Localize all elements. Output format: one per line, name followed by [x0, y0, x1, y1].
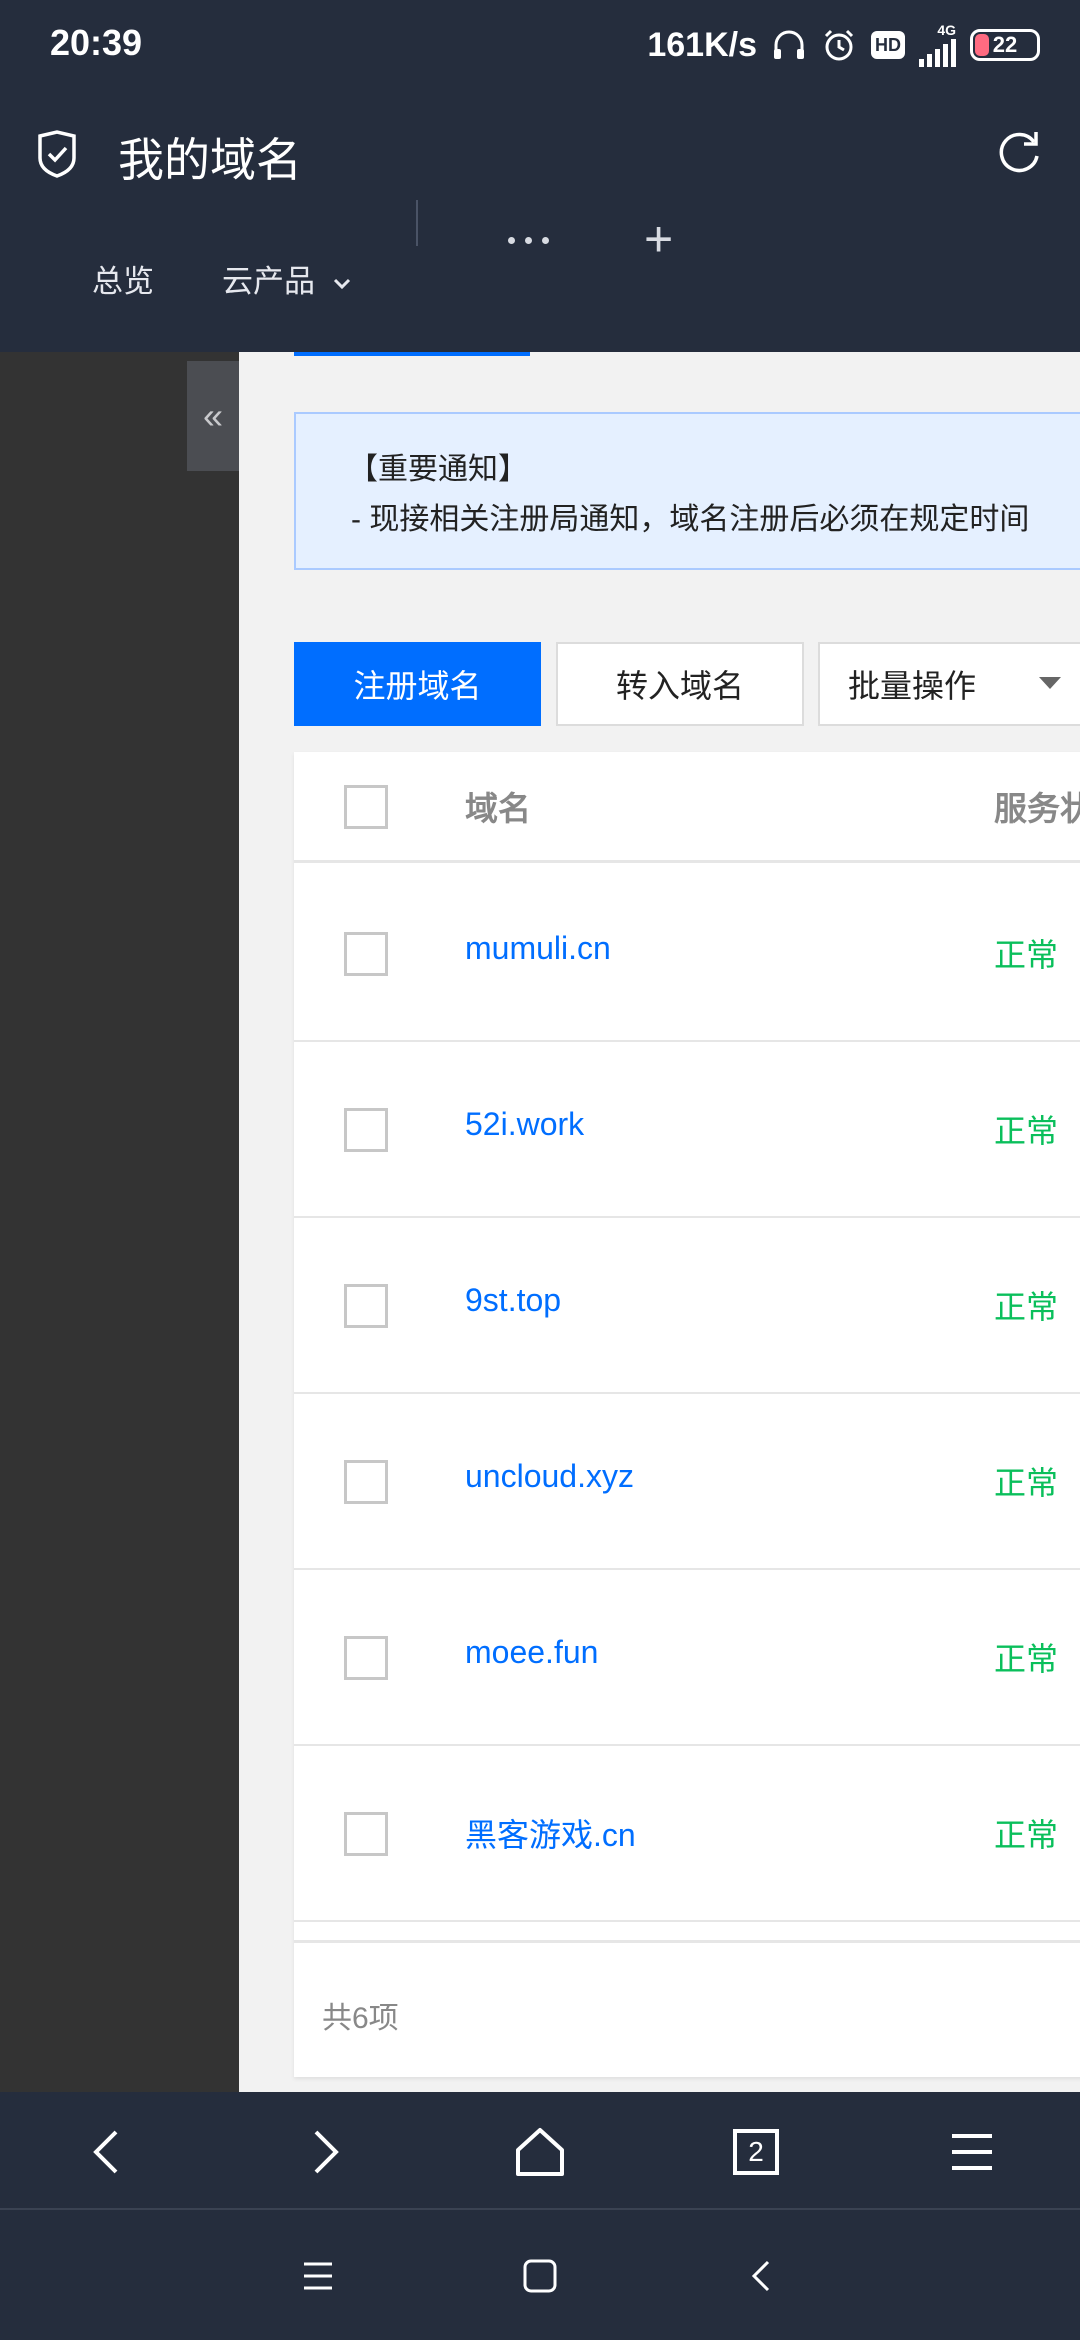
system-nav-bar	[0, 2210, 1080, 2340]
nav-cloud-products-label: 云产品	[222, 264, 315, 299]
domain-link[interactable]: 黑客游戏.cn	[465, 1810, 636, 1856]
collapse-sidebar-icon[interactable]: «	[187, 361, 239, 471]
table-row: uncloud.xyz 正常	[294, 1394, 1080, 1570]
battery-icon: 22	[970, 29, 1040, 61]
notice-banner: 【重要通知】 - 现接相关注册局通知，域名注册后必须在规定时间	[294, 412, 1080, 570]
domain-link[interactable]: 9st.top	[465, 1282, 561, 1319]
table-row: 9st.top 正常	[294, 1218, 1080, 1394]
column-domain: 域名	[465, 790, 531, 827]
app-header: 我的域名 总览 云产品 +	[0, 92, 1080, 352]
row-checkbox[interactable]	[344, 1636, 388, 1680]
status-text: 正常	[994, 1289, 1059, 1325]
column-status: 服务状	[994, 790, 1080, 827]
status-text: 正常	[994, 1641, 1059, 1677]
row-checkbox[interactable]	[344, 932, 388, 976]
domain-link[interactable]: uncloud.xyz	[465, 1458, 634, 1495]
add-tab-icon[interactable]: +	[644, 214, 673, 264]
active-tab-indicator	[294, 352, 530, 356]
battery-level: 22	[992, 32, 1018, 57]
nav-cloud-products[interactable]: 云产品	[222, 256, 352, 301]
network-type: 4G	[937, 22, 956, 38]
row-checkbox[interactable]	[344, 1108, 388, 1152]
domain-link[interactable]: 52i.work	[465, 1106, 584, 1143]
domain-table: 域名 服务状 mumuli.cn 正常 52i.work 正常 9st.top …	[294, 752, 1080, 2077]
hd-icon: HD	[871, 31, 905, 59]
status-text: 正常	[994, 1817, 1059, 1853]
refresh-icon[interactable]	[994, 128, 1044, 178]
system-home-icon[interactable]	[518, 2254, 562, 2298]
batch-operation-label: 批量操作	[848, 668, 977, 704]
system-back-icon[interactable]	[740, 2254, 784, 2298]
status-text: 正常	[994, 937, 1059, 973]
row-checkbox[interactable]	[344, 1812, 388, 1856]
status-time: 20:39	[50, 22, 143, 63]
transfer-domain-button[interactable]: 转入域名	[556, 642, 804, 726]
status-text: 正常	[994, 1465, 1059, 1501]
headphones-icon	[771, 27, 807, 63]
table-row: mumuli.cn 正常	[294, 866, 1080, 1042]
top-nav: 总览 云产品	[0, 242, 1080, 322]
home-icon[interactable]	[510, 2122, 570, 2182]
nav-overview[interactable]: 总览	[92, 256, 154, 301]
table-header: 域名 服务状	[294, 752, 1080, 863]
shield-check-icon	[38, 130, 76, 178]
main-content: 【重要通知】 - 现接相关注册局通知，域名注册后必须在规定时间 注册域名 转入域…	[239, 352, 1080, 2092]
notice-text: - 现接相关注册局通知，域名注册后必须在规定时间	[351, 503, 1030, 536]
register-domain-button[interactable]: 注册域名	[294, 642, 541, 726]
menu-icon[interactable]	[942, 2122, 1002, 2182]
caret-down-icon	[1039, 677, 1061, 689]
table-row: 52i.work 正常	[294, 1042, 1080, 1218]
notice-title: 【重要通知】	[348, 453, 528, 486]
table-footer: 共6项	[294, 1940, 1080, 2077]
back-icon[interactable]	[78, 2122, 138, 2182]
domain-link[interactable]: moee.fun	[465, 1634, 598, 1671]
tab-count: 2	[748, 2136, 764, 2167]
tabs-button[interactable]: 2	[726, 2122, 786, 2182]
page-title: 我的域名	[118, 134, 302, 186]
chevron-down-icon	[333, 278, 350, 289]
alarm-icon	[821, 27, 857, 63]
sidebar-collapsed	[0, 352, 239, 2092]
net-speed: 161K/s	[647, 25, 757, 64]
browser-toolbar: 2	[0, 2092, 1080, 2210]
status-bar: 20:39 161K/s HD 4G 22	[0, 0, 1080, 92]
recent-apps-icon[interactable]	[296, 2254, 340, 2298]
status-icons: 161K/s HD 4G 22	[647, 20, 1040, 70]
total-count: 共6项	[322, 2002, 399, 2035]
signal-icon: 4G	[919, 23, 956, 67]
forward-icon[interactable]	[294, 2122, 354, 2182]
row-checkbox[interactable]	[344, 1460, 388, 1504]
table-row: 黑客游戏.cn 正常	[294, 1746, 1080, 1922]
table-row: moee.fun 正常	[294, 1570, 1080, 1746]
select-all-checkbox[interactable]	[344, 785, 388, 829]
status-text: 正常	[994, 1113, 1059, 1149]
more-icon[interactable]	[508, 237, 549, 244]
nav-divider	[416, 200, 418, 246]
domain-link[interactable]: mumuli.cn	[465, 930, 611, 967]
row-checkbox[interactable]	[344, 1284, 388, 1328]
